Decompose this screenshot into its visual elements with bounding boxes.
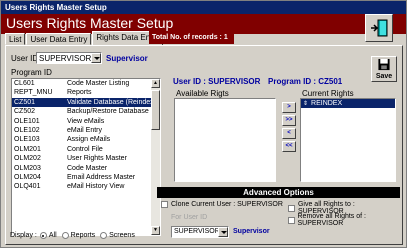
program-name-cell: eMail Entry bbox=[67, 126, 103, 134]
tab-strip: List User Data Entry Rights Data Entry bbox=[5, 31, 164, 45]
radio-dot[interactable] bbox=[61, 232, 69, 239]
page-title: Users Rights Master Setup bbox=[6, 15, 174, 31]
table-row[interactable]: CZ501 Validate Database (Reindex) bbox=[12, 97, 160, 108]
display-all-label: All bbox=[48, 232, 57, 239]
table-row[interactable]: OLM201 Control File bbox=[12, 145, 160, 154]
display-all-radio[interactable]: All bbox=[39, 232, 57, 239]
scroll-down-icon[interactable]: ▼ bbox=[151, 226, 160, 235]
current-right-item: REINDEX bbox=[311, 100, 343, 107]
program-id-cell: OLM202 bbox=[14, 155, 41, 163]
checkbox-box[interactable] bbox=[288, 204, 295, 212]
user-name-label: Supervisor bbox=[106, 54, 148, 63]
for-user-name: Supervisor bbox=[233, 228, 270, 235]
total-records-badge: Total No. of records : 1 bbox=[149, 31, 234, 44]
program-id-cell: CZ502 bbox=[14, 108, 36, 116]
current-user-text: User ID : SUPERVISOR bbox=[173, 77, 261, 86]
table-row[interactable]: OLM204 Email Address Master bbox=[12, 173, 160, 182]
remove-all-rights-checkbox[interactable]: Remove all Rights of : SUPERVISOR bbox=[288, 213, 402, 227]
user-id-select[interactable]: SUPERVISOR bbox=[36, 52, 102, 64]
radio-dot[interactable] bbox=[39, 232, 47, 239]
for-user-id-label: For User ID bbox=[171, 214, 208, 221]
program-id-cell: OLM201 bbox=[14, 145, 41, 153]
move-left-button[interactable]: < bbox=[282, 128, 296, 139]
table-row[interactable]: OLM202 User Rights Master bbox=[12, 154, 160, 163]
move-all-right-button[interactable]: >> bbox=[282, 115, 296, 126]
program-name-cell: Email Address Master bbox=[67, 173, 136, 181]
program-name-cell: Code Master Listing bbox=[67, 80, 130, 87]
program-rows: CL601 Code Master Listing REPT_MNU Reports C… bbox=[12, 79, 160, 192]
table-row[interactable]: OLQ401 eMail History View bbox=[12, 182, 160, 191]
program-list[interactable]: CL601 Code Master Listing REPT_MNU Reports C… bbox=[11, 78, 161, 236]
scroll-up-icon[interactable]: ▲ bbox=[151, 79, 160, 88]
table-row[interactable]: OLE102 eMail Entry bbox=[12, 126, 160, 135]
program-name-cell: Validate Database (Reindex) bbox=[67, 98, 156, 106]
program-name-cell: Reports bbox=[67, 89, 92, 97]
display-reports-label: Reports bbox=[70, 232, 96, 239]
display-screens-radio[interactable]: Screens bbox=[100, 232, 135, 239]
table-row[interactable]: OLM203 Code Master bbox=[12, 164, 160, 173]
floppy-disk-icon bbox=[378, 58, 390, 71]
program-id-label: Program ID bbox=[11, 68, 52, 77]
program-list-scrollbar[interactable]: ▲ ▼ bbox=[151, 79, 160, 235]
radio-dot[interactable] bbox=[100, 232, 108, 239]
program-name-cell: User Rights Master bbox=[67, 155, 127, 163]
current-rights-label: Current Rights bbox=[302, 89, 354, 98]
program-name-cell: Control File bbox=[67, 145, 103, 153]
program-name-cell: Code Master bbox=[67, 164, 108, 172]
program-id-cell: REPT_MNU bbox=[14, 89, 53, 97]
program-id-cell: CL601 bbox=[14, 80, 35, 87]
list-item[interactable]: ⇕ REINDEX bbox=[301, 99, 395, 108]
chevron-down-icon[interactable] bbox=[218, 227, 228, 237]
program-name-cell: eMail History View bbox=[67, 183, 125, 191]
chevron-down-icon[interactable] bbox=[91, 53, 101, 63]
program-id-cell: OLM204 bbox=[14, 173, 41, 181]
updown-arrows-icon: ⇕ bbox=[303, 101, 309, 107]
table-row[interactable]: OLE101 View eMails bbox=[12, 117, 160, 126]
for-user-id-select[interactable]: SUPERVISOR bbox=[171, 226, 229, 238]
program-name-cell: View eMails bbox=[67, 117, 105, 125]
current-rights-list[interactable]: ⇕ REINDEX bbox=[300, 98, 396, 182]
main-window: Users Rights Master Setup Users Rights M… bbox=[0, 0, 407, 248]
checkbox-box[interactable] bbox=[161, 201, 168, 208]
program-id-cell: OLE101 bbox=[14, 117, 40, 125]
current-program-text: Program ID : CZ501 bbox=[268, 77, 343, 86]
program-id-cell: CZ501 bbox=[14, 98, 36, 106]
user-id-label: User ID bbox=[11, 54, 39, 63]
table-row[interactable]: CZ502 Backup/Restore Database bbox=[12, 107, 160, 116]
exit-button[interactable] bbox=[365, 14, 393, 42]
tab-list[interactable]: List bbox=[5, 33, 26, 45]
program-id-cell: OLE103 bbox=[14, 136, 40, 144]
clone-user-label: Clone Current User : SUPERVISOR bbox=[171, 201, 283, 208]
save-button[interactable]: Save bbox=[371, 56, 397, 82]
remove-all-label: Remove all Rights of : SUPERVISOR bbox=[297, 213, 366, 227]
program-id-cell: OLQ401 bbox=[14, 183, 41, 191]
program-name-cell: Assign eMails bbox=[67, 136, 111, 144]
display-filter: Display : All Reports Screens bbox=[10, 232, 140, 239]
advanced-options-header: Advanced Options bbox=[157, 187, 400, 198]
available-rights-label: Available Rigts bbox=[176, 89, 229, 98]
checkbox-box[interactable] bbox=[288, 216, 295, 224]
scroll-thumb[interactable] bbox=[151, 90, 160, 130]
user-id-value: SUPERVISOR bbox=[39, 54, 92, 63]
move-all-left-button[interactable]: << bbox=[282, 141, 296, 152]
exit-door-icon bbox=[371, 19, 388, 37]
display-reports-radio[interactable]: Reports bbox=[61, 232, 96, 239]
available-rights-list[interactable] bbox=[174, 98, 276, 182]
table-row[interactable]: CL601 Code Master Listing bbox=[12, 79, 160, 88]
move-right-button[interactable]: > bbox=[282, 102, 296, 113]
clone-user-checkbox[interactable]: Clone Current User : SUPERVISOR bbox=[161, 201, 283, 208]
display-label: Display : bbox=[10, 232, 37, 239]
program-name-cell: Backup/Restore Database bbox=[67, 108, 149, 116]
program-id-cell: OLM203 bbox=[14, 164, 41, 172]
rights-panel: User ID SUPERVISOR Supervisor Program ID… bbox=[5, 45, 403, 245]
for-user-id-value: SUPERVISOR bbox=[174, 228, 220, 235]
window-titlebar: Users Rights Master Setup bbox=[1, 1, 406, 14]
display-screens-label: Screens bbox=[109, 232, 135, 239]
save-label: Save bbox=[375, 73, 393, 80]
program-id-cell: OLE102 bbox=[14, 126, 40, 134]
tab-user-data-entry[interactable]: User Data Entry bbox=[26, 33, 92, 45]
table-row[interactable]: OLE103 Assign eMails bbox=[12, 135, 160, 144]
table-row[interactable]: REPT_MNU Reports bbox=[12, 88, 160, 97]
